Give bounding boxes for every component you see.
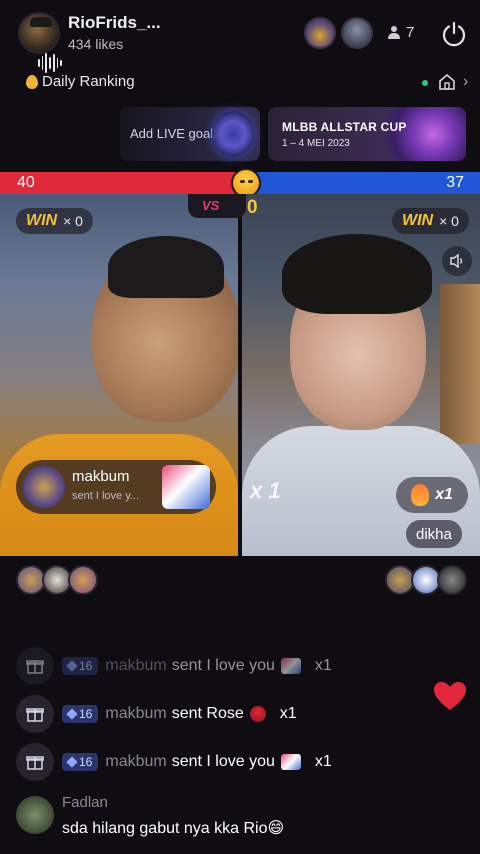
gift-box-icon (16, 695, 54, 733)
supporter-avatar[interactable] (68, 565, 98, 595)
love-you-gift-icon (280, 658, 301, 674)
top-bar: RioFrids_... 434 likes 7 (0, 0, 480, 73)
commenter-name[interactable]: Fadlan (62, 794, 108, 811)
hair (108, 236, 224, 298)
goal-label: Add LIVE goal (130, 126, 214, 141)
status-dot (422, 80, 428, 86)
level-badge: 16 (62, 705, 99, 723)
event-title: MLBB ALLSTAR CUP (282, 120, 407, 134)
level-badge: 16 (62, 753, 99, 771)
event-art-image (384, 107, 466, 161)
vs-points: 0 (247, 197, 258, 218)
host-avatar[interactable] (18, 12, 60, 54)
win-label: WIN (402, 212, 434, 229)
hand-icon (26, 74, 38, 89)
feed-count: x1 (279, 705, 297, 722)
commenter-avatar[interactable] (16, 796, 54, 834)
person-icon (388, 25, 400, 40)
opponent-name-tag[interactable]: dikha (406, 520, 462, 548)
host-name[interactable]: RioFrids_... (68, 13, 161, 33)
heart-icon[interactable] (432, 680, 468, 712)
gift-count-pill: x1 (396, 477, 468, 513)
win-count: × 0 (439, 213, 459, 229)
daily-ranking-link[interactable]: Daily Ranking (26, 73, 135, 90)
score-right: 37 (446, 174, 464, 191)
daily-ranking-label: Daily Ranking (42, 73, 135, 90)
right-supporters[interactable] (385, 565, 467, 595)
feed-count: x1 (314, 753, 332, 770)
feed-message: sent Rose (171, 705, 244, 722)
gift-box-icon (16, 743, 54, 781)
win-badge-right: WIN × 0 (392, 208, 469, 234)
hair (282, 234, 432, 314)
viewer-count[interactable]: 7 (388, 24, 414, 41)
gift-multiplier: x 1 (250, 478, 281, 503)
gift-sent-text: sent I love y... (72, 490, 140, 502)
add-live-goal-banner[interactable]: Add LIVE goal (120, 107, 260, 161)
gift-sender-avatar (23, 466, 65, 508)
gift-icon (411, 484, 430, 506)
video-left[interactable]: WIN × 0 makbum sent I love y... (0, 194, 238, 556)
vs-badge: VS (188, 194, 246, 218)
feed-row: 16 makbum sent Rose x1 (16, 694, 297, 734)
gift-notification: makbum sent I love y... (16, 460, 216, 514)
home-icon[interactable] (437, 72, 457, 92)
win-label: WIN (26, 212, 58, 229)
feed-username[interactable]: makbum (105, 705, 166, 723)
viewer-avatar[interactable] (304, 17, 336, 49)
goal-orb-icon (212, 111, 254, 157)
feed-message: sent I love you (171, 753, 275, 770)
event-banner[interactable]: MLBB ALLSTAR CUP 1 – 4 MEI 2023 (268, 107, 466, 161)
viewer-avatar[interactable] (341, 17, 373, 49)
shelf (440, 284, 480, 444)
feed-message: sent I love you (171, 657, 275, 674)
gift-box-icon (16, 647, 54, 685)
gift-pill-count: x1 (435, 486, 453, 503)
win-badge-left: WIN × 0 (16, 208, 93, 234)
supporter-avatar[interactable] (437, 565, 467, 595)
rose-icon (249, 706, 266, 722)
left-supporters[interactable] (16, 565, 98, 595)
love-you-gift-icon (162, 465, 210, 509)
comment-text: sda hilang gabut nya kka Rio😄 (62, 820, 285, 837)
feed-count: x1 (314, 657, 332, 674)
speaker-icon[interactable] (442, 246, 472, 276)
vs-label: VS (202, 198, 220, 213)
viewer-count-value: 7 (406, 24, 415, 41)
power-icon[interactable] (440, 20, 468, 48)
score-left: 40 (17, 174, 35, 191)
feed-row: 16 makbum sent I love you x1 (16, 742, 332, 782)
score-bar-left (0, 172, 248, 194)
win-count: × 0 (63, 213, 83, 229)
event-date: 1 – 4 MEI 2023 (282, 138, 350, 149)
host-likes: 434 likes (68, 36, 124, 52)
love-you-gift-icon (280, 754, 301, 770)
video-right[interactable]: WIN × 0 x 1 x1 dikha (242, 194, 480, 556)
level-badge: 16 (62, 657, 99, 675)
feed-username[interactable]: makbum (105, 753, 166, 771)
chevron-right-icon[interactable]: › (463, 73, 468, 91)
gift-sender-name: makbum (72, 468, 130, 485)
feed-username[interactable]: makbum (105, 657, 166, 675)
feed-row: 16 makbum sent I love you x1 (16, 646, 332, 686)
score-bar-right (248, 172, 480, 194)
